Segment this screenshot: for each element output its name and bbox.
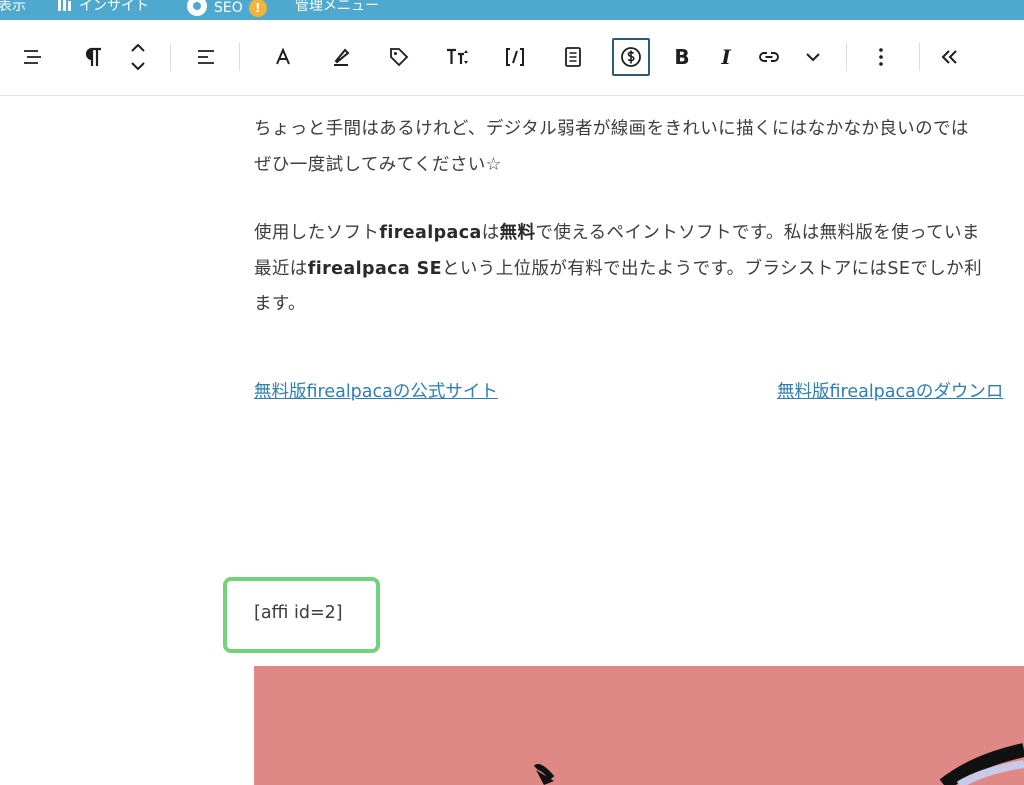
align-text-button[interactable] (187, 38, 225, 76)
link-icon (759, 52, 779, 62)
highlight-button[interactable] (322, 38, 360, 76)
shortcode-icon (506, 48, 524, 66)
document-icon (565, 47, 581, 67)
illustration-image[interactable] (254, 666, 1024, 785)
paragraph-2-line-3: ます。 (254, 294, 306, 314)
font-size-button[interactable] (438, 38, 476, 76)
bold-button[interactable]: B (663, 38, 701, 76)
tag-icon (390, 48, 409, 67)
p2-text: で使えるペイントソフトです。私は無料版を使っていま (535, 223, 980, 243)
affiliate-block-button[interactable] (612, 38, 650, 76)
text-size-icon (447, 48, 468, 64)
move-up-down-icon (131, 43, 145, 71)
document-button[interactable] (554, 38, 592, 76)
shortcode-button[interactable] (496, 38, 534, 76)
toolbar-separator (846, 43, 847, 71)
more-vertical-icon (879, 48, 883, 66)
p2-bold-firealpaca: firealpaca (379, 223, 482, 243)
admin-bar-insights[interactable]: インサイト (57, 0, 149, 15)
admin-bar-view-label: 表示 (0, 0, 26, 14)
toolbar-separator (170, 43, 171, 71)
p2-bold-free: 無料 (499, 223, 536, 243)
toolbar-separator (239, 43, 240, 71)
letter-a-icon (276, 47, 290, 65)
double-chevron-left-icon (941, 50, 957, 64)
download-link[interactable]: 無料版firealpacaのダウンロ (777, 378, 1003, 403)
toolbar-separator (919, 43, 920, 71)
dollar-coin-icon (621, 47, 641, 67)
p2-text: 最近は (254, 259, 308, 279)
shortcode-text[interactable]: [affi id=2] (254, 603, 343, 623)
block-toolbar: B I (0, 20, 1024, 96)
link-button[interactable] (750, 38, 788, 76)
move-block-buttons[interactable] (119, 38, 157, 76)
admin-bar-insights-label: インサイト (79, 0, 149, 14)
pilcrow-icon (85, 47, 101, 66)
admin-bar: 表示 インサイト SEO ! 管理メニュー (0, 0, 1024, 20)
chevron-down-icon (806, 53, 820, 62)
official-site-link[interactable]: 無料版firealpacaの公式サイト (254, 378, 498, 403)
list-view-icon (24, 50, 41, 64)
seo-warning-badge: ! (248, 0, 267, 17)
block-options-button[interactable] (862, 38, 900, 76)
paragraph-2-line-2: 最近はfirealpaca SEという上位版が有料で出たようです。ブラシストアに… (254, 255, 1024, 280)
italic-button[interactable]: I (707, 38, 745, 76)
admin-bar-admin-menu-label: 管理メニュー (295, 0, 379, 14)
more-formatting-button[interactable] (794, 38, 832, 76)
p2-text: は (481, 223, 500, 243)
p2-text: という上位版が有料で出たようです。ブラシストアにはSEでしか利 (442, 259, 982, 279)
italic-label: I (721, 45, 731, 69)
brush-icon (334, 48, 350, 66)
inline-tag-button[interactable] (380, 38, 418, 76)
paragraph-2-line-1: 使用したソフトfirealpacaは無料で使えるペイントソフトです。私は無料版を… (254, 219, 1024, 244)
bar-chart-icon (57, 0, 73, 15)
line-art-illustration (533, 743, 1024, 785)
p2-text: 使用したソフト (254, 223, 380, 243)
paragraph-block-button[interactable] (74, 38, 112, 76)
admin-bar-admin-menu[interactable]: 管理メニュー (295, 0, 379, 15)
align-left-icon (198, 50, 214, 64)
text-color-button[interactable] (264, 38, 302, 76)
paragraph-1-line-2: ぜひ一度試してみてください☆ (254, 155, 502, 175)
admin-bar-seo[interactable]: SEO ! (186, 0, 267, 20)
admin-bar-view[interactable]: 表示 (0, 0, 26, 15)
document-overview-button[interactable] (14, 38, 52, 76)
admin-bar-seo-label: SEO (214, 0, 243, 16)
p2-bold-firealpaca-se: firealpaca SE (307, 259, 442, 279)
collapse-toolbar-button[interactable] (931, 38, 969, 76)
seo-gear-icon (186, 0, 208, 20)
bold-label: B (674, 45, 690, 69)
paragraph-1-line-1: ちょっと手間はあるけれど、デジタル弱者が線画をきれいに描くにはなかなか良いのでは (254, 119, 969, 139)
